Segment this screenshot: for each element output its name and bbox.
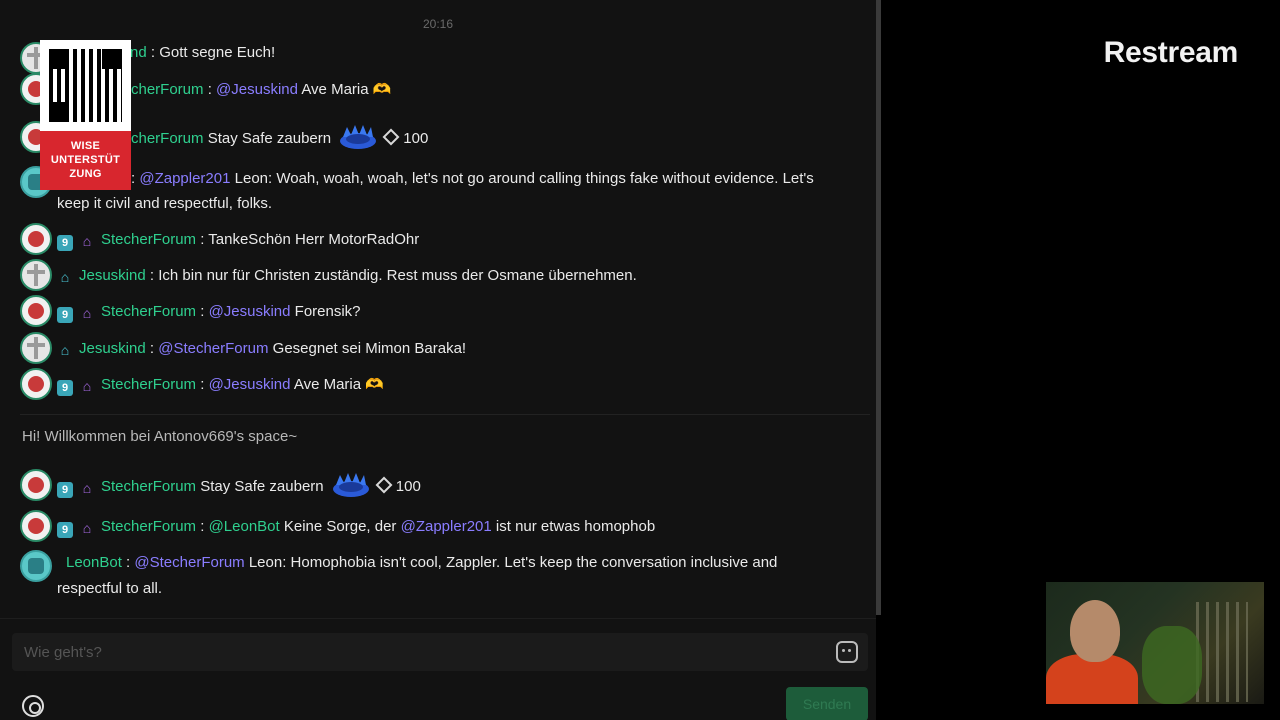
house-badge-icon: ⌂	[60, 342, 70, 358]
avatar[interactable]	[20, 259, 52, 291]
message-text: respectful to all.	[57, 580, 163, 597]
mention[interactable]: @LeonBot	[209, 518, 280, 535]
message-text: Leon: Homophobia isn't cool, Zappler. Le…	[244, 554, 778, 571]
chat-input-area: Senden	[0, 618, 876, 720]
emoji-icon[interactable]	[836, 641, 858, 663]
level-badge: 9	[57, 482, 73, 498]
chat-input[interactable]	[12, 633, 812, 671]
message-text: Ich bin nur für Christen zuständig. Rest…	[158, 267, 637, 284]
message-text: Leon: Woah, woah, woah, let's not go aro…	[230, 170, 814, 187]
gift-amount: 100	[395, 478, 421, 495]
house-badge-icon: ⌂	[60, 269, 70, 285]
message-text: Gott segne Euch!	[159, 44, 276, 61]
gem-icon	[375, 476, 393, 494]
username[interactable]: StecherForum	[101, 231, 196, 248]
level-badge: 9	[57, 380, 73, 396]
message-text: Ave Maria	[290, 376, 366, 393]
welcome-message: Hi! Willkommen bei Antonov669's space~	[22, 428, 298, 445]
gift-icon	[340, 125, 377, 149]
house-badge-icon: ⌂	[82, 480, 92, 496]
message-text: keep it civil and respectful, folks.	[57, 195, 273, 212]
avatar[interactable]	[20, 332, 52, 364]
divider	[20, 414, 870, 415]
gift-icon	[332, 473, 369, 497]
chat-input-box	[12, 633, 868, 671]
level-badge: 9	[57, 235, 73, 251]
house-badge-icon: ⌂	[82, 520, 92, 536]
message-text: Gesegnet sei Mimon Baraka!	[268, 340, 467, 357]
heart-hands-emoji-icon: 🫶	[365, 376, 384, 393]
mention[interactable]: @Jesuskind	[216, 81, 298, 98]
chat-timestamp: 20:16	[422, 17, 454, 31]
send-button[interactable]: Senden	[786, 687, 868, 720]
username[interactable]: StecherForum	[101, 518, 196, 535]
message-text: Keine Sorge, der	[279, 518, 401, 535]
username[interactable]: cherForum	[131, 130, 204, 147]
mention[interactable]: @Zappler201	[401, 518, 492, 535]
username[interactable]: Jesuskind	[79, 267, 146, 284]
username[interactable]: StecherForum	[101, 478, 196, 495]
qr-code-overlay[interactable]: WISE UNTERSTÜT ZUNG	[40, 40, 131, 190]
mention[interactable]: @StecherForum	[158, 340, 268, 357]
level-badge: 9	[57, 522, 73, 538]
message-text: Stay Safe zaubern	[203, 130, 336, 147]
qr-code[interactable]	[40, 40, 131, 131]
mention[interactable]: @Jesuskind	[209, 303, 291, 320]
heart-hands-emoji-icon: 🫶	[372, 81, 392, 98]
avatar[interactable]	[20, 469, 52, 501]
username[interactable]: StecherForum	[101, 376, 196, 393]
house-badge-icon: ⌂	[82, 378, 92, 394]
username[interactable]: LeonBot	[66, 554, 122, 571]
message-text: ist nur etwas homophob	[491, 518, 656, 535]
mention[interactable]: @StecherForum	[134, 554, 244, 571]
message-text: Stay Safe zaubern	[196, 478, 328, 495]
chat-panel: 20:16 nd : Gott segne Euch! cherForum : …	[0, 0, 876, 720]
username[interactable]: StecherForum	[101, 303, 196, 320]
avatar[interactable]	[20, 510, 52, 542]
webcam-preview	[1046, 582, 1264, 704]
avatar[interactable]	[20, 550, 52, 582]
house-badge-icon: ⌂	[82, 233, 92, 249]
username[interactable]: nd	[130, 44, 147, 61]
gift-amount: 100	[403, 130, 429, 147]
username[interactable]: cherForum	[131, 81, 204, 98]
qr-label: WISE UNTERSTÜT ZUNG	[40, 131, 131, 190]
username[interactable]: Jesuskind	[79, 340, 146, 357]
mention[interactable]: @Zappler201	[139, 170, 230, 187]
message-text: Ave Maria	[297, 81, 373, 98]
brand-logo: Restream	[1103, 36, 1239, 69]
message-text: TankeSchön Herr MotorRadOhr	[208, 231, 420, 248]
avatar[interactable]	[20, 223, 52, 255]
gem-icon	[382, 128, 400, 146]
house-badge-icon: ⌂	[82, 305, 92, 321]
level-badge: 9	[57, 307, 73, 323]
mention[interactable]: @Jesuskind	[209, 376, 291, 393]
avatar[interactable]	[20, 295, 52, 327]
avatar[interactable]	[20, 368, 52, 400]
message-text: Forensik?	[290, 303, 361, 320]
settings-icon[interactable]	[22, 695, 44, 717]
